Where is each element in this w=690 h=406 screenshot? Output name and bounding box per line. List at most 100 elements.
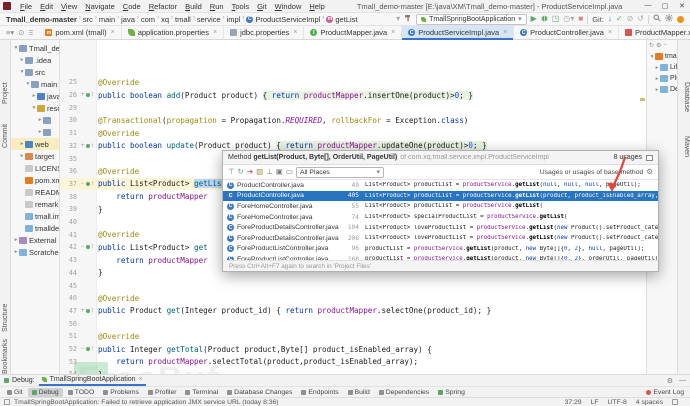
override-gutter-icon[interactable]: ↑ [86,180,98,187]
stop-button[interactable]: ■ [578,15,583,23]
editor-tab[interactable]: I ProductMapper.java × [304,26,403,39]
git-update-button[interactable]: ↓ [608,15,612,23]
toolwindow-stripe-project[interactable]: Project [2,82,9,104]
toolwindow-stripe-database[interactable]: Database [683,82,690,112]
maven-item[interactable]: ▸Lifecycle [647,62,677,73]
tree-item[interactable]: ▸ [11,126,59,138]
usage-row[interactable]: C ForeHomeController.java 55 List<Product> … [223,201,658,212]
project-tree-panel[interactable]: ▾Tmall_demo-master▸.idea▾src▾main▸java▾r… [11,40,60,374]
git-rollback-button[interactable]: ⊘ [627,15,634,23]
breadcrumb-item[interactable]: C ProductServiceImpl [246,15,320,24]
usages-count[interactable]: 8 usages [614,154,642,161]
maven-item[interactable]: ▸Dependencies [647,84,677,95]
popup-settings-gear-icon[interactable]: ⚙ [646,168,653,176]
window-control[interactable]: ✕ [674,2,690,10]
settings-gear-icon[interactable] [665,14,673,24]
toolwindow-button-build[interactable]: Build [344,388,374,397]
tree-item[interactable]: tmall.iml [11,210,59,222]
menu-item[interactable]: Code [119,2,145,11]
search-everywhere-button[interactable] [653,14,661,24]
menu-item[interactable]: Edit [36,2,57,11]
override-gutter-icon[interactable]: ↑ [86,345,98,352]
usage-row[interactable]: C ForeHomeController.java 74 List<Product> … [223,212,658,223]
open-in-tool-window-icon[interactable]: ▭ [286,168,293,176]
toolwindow-button-git[interactable]: Git [3,388,27,397]
toolwindow-toggle-icon[interactable] [4,399,10,405]
tree-item[interactable]: tmallde [11,222,59,234]
fold-marker[interactable]: − [79,181,86,187]
tree-item[interactable]: ▸External Libraries [11,234,59,246]
maven-root-item[interactable]: ▾tmall [647,51,677,62]
menu-item[interactable]: Build [181,2,206,11]
override-gutter-icon[interactable]: ↑ [86,244,98,250]
close-tab-icon[interactable]: × [111,29,115,36]
group-by-icon[interactable]: ▨ [256,168,263,176]
notification-orb-icon[interactable] [677,15,684,23]
toolwindow-button-terminal[interactable]: Terminal [181,388,222,397]
structure-icon[interactable]: Ξ [28,28,33,37]
debug-button[interactable] [540,14,548,24]
toolwindow-button-database-changes[interactable]: Database Changes [223,388,296,397]
close-icon[interactable]: × [139,376,143,383]
menu-item[interactable]: Tools [228,2,254,11]
usage-row[interactable]: C ProductController.java 405 List<Product> … [223,190,658,202]
tree-item[interactable]: ▸ [11,114,59,126]
close-tab-icon[interactable]: × [391,29,395,36]
maven-item[interactable]: ▸Plugins [647,73,677,84]
tree-item[interactable]: ▸ .idea [11,54,59,66]
editor-tab[interactable]: application.properties × [122,26,225,39]
close-tab-icon[interactable]: × [213,29,217,36]
breadcrumb-item[interactable]: com [141,15,155,24]
tree-item[interactable]: remark [11,198,59,210]
breadcrumb-item[interactable]: Tmall_demo-master [6,15,77,24]
git-commit-button[interactable]: ✓ [616,15,623,23]
toolwindow-button-profiler[interactable]: Profiler [144,388,181,397]
breadcrumb-item[interactable]: main [99,15,115,24]
fold-marker[interactable]: − [79,244,86,250]
override-gutter-icon[interactable]: ↑ [86,91,98,98]
toolwindow-button-dependencies[interactable]: Dependencies [375,388,433,397]
tree-item[interactable]: ▸ web [11,138,59,150]
status-widget[interactable]: 4 spaces [636,399,663,406]
user-icon[interactable]: ▾ [396,15,400,23]
editor-tab[interactable]: C ProductController.java × [514,26,620,39]
status-widget[interactable]: 37:29 [565,399,582,406]
close-tab-icon[interactable]: × [503,29,507,36]
run-button[interactable]: ▶ [531,15,537,23]
close-tab-icon[interactable]: × [608,29,612,36]
debug-session-tab[interactable]: TmallSpringBootApplication × [38,375,146,386]
maven-settings-icon[interactable]: ⚙ [656,42,661,49]
run-config-select[interactable]: TmallSpringBootApplication ▾ [416,13,527,25]
menu-item[interactable]: Git [253,2,271,11]
rerun-icon[interactable]: ↻ [238,168,244,176]
breadcrumb-item[interactable]: src [83,15,93,24]
collapse-icon[interactable]: − [663,42,667,49]
tree-item[interactable]: ▸Scratches and Consoles [11,246,59,258]
menu-item[interactable]: View [57,2,81,11]
breadcrumb-item[interactable]: tmall [175,15,191,24]
tree-item[interactable]: ▸ target [11,150,59,162]
event-log-button[interactable]: Event Log [646,389,690,396]
status-widget[interactable]: UTF-8 [608,399,627,406]
open-in-window-icon[interactable] [646,154,653,161]
toolwindow-stripe-commit[interactable]: Commit [2,124,9,148]
override-gutter-icon[interactable]: ↑ [86,307,98,314]
status-widget[interactable]: LF [591,399,599,406]
breadcrumb-item[interactable]: m getList [326,15,358,24]
recent-icon[interactable]: ⊙ [18,28,24,37]
fold-marker[interactable]: − [79,346,86,352]
usage-row[interactable]: C ForeProductDetailsController.java 104 Lis… [223,222,658,233]
profiler-button[interactable]: ◷▾ [563,15,574,23]
editor-tab[interactable]: jdbc.properties × [224,26,305,39]
refresh-icon[interactable]: ↻ [649,42,654,49]
tree-item[interactable]: ▾Tmall_demo-master [11,42,59,54]
menu-item[interactable]: Help [305,2,328,11]
usage-row[interactable]: C ForeProductListController.java 96 product… [223,244,658,255]
close-tab-icon[interactable]: × [293,29,297,36]
menu-item[interactable]: Navigate [81,2,119,11]
usage-row[interactable]: C ProductController.java 49 List<Product> p… [223,180,658,191]
editor-tab[interactable]: m pom.xml (tmall) × [39,26,122,39]
editor-tab[interactable]: C ProductServiceImpl.java × [402,26,515,40]
toolwindow-button-spring[interactable]: Spring [434,388,469,397]
undo-icon[interactable]: ↺ [637,15,644,23]
